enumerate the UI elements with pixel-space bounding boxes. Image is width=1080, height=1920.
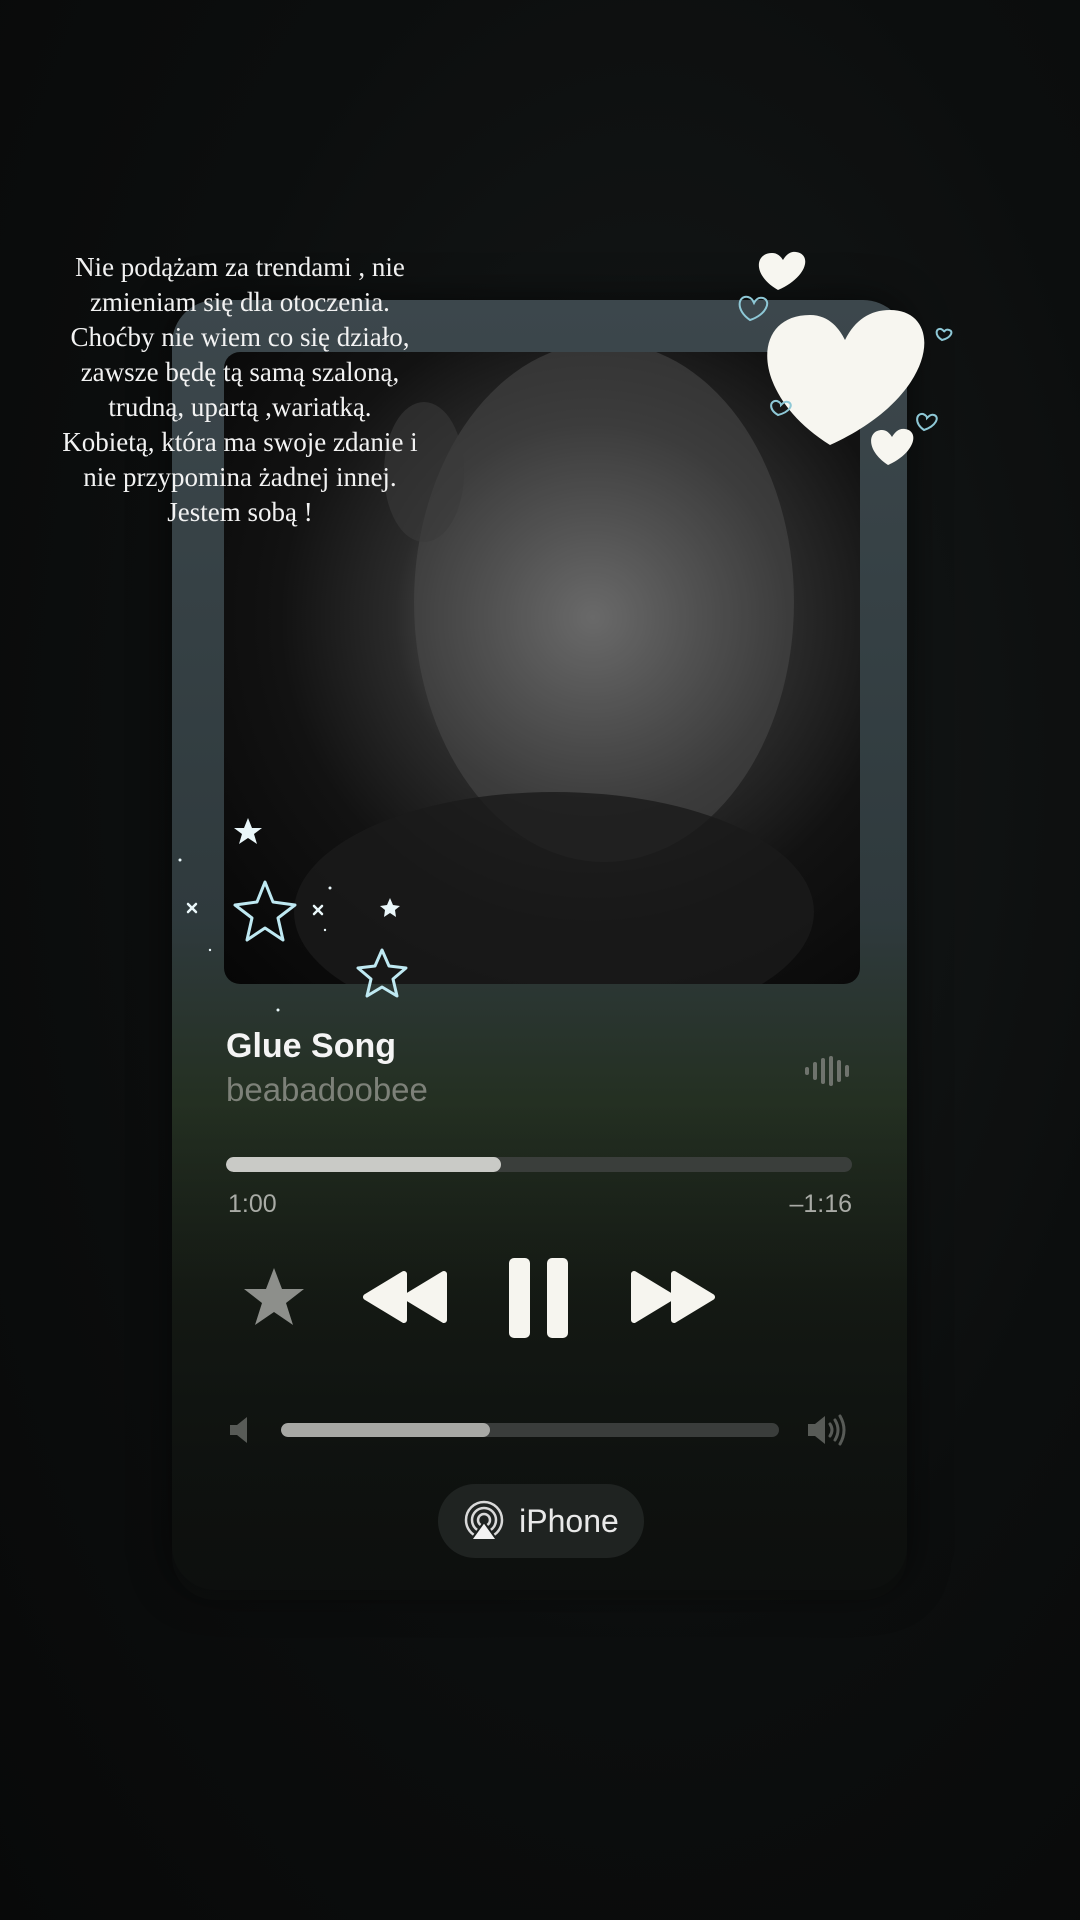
artist-name[interactable]: beabadoobee [226, 1071, 428, 1109]
playback-progress-fill [226, 1157, 502, 1172]
caption-text: Nie podążam za trendami , nie zmieniam s… [62, 252, 418, 527]
airplay-output-button[interactable]: iPhone [438, 1484, 644, 1558]
stars-sticker [170, 800, 430, 1035]
next-track-button[interactable] [630, 1270, 716, 1329]
hearts-sticker [730, 245, 960, 480]
speaker-high-icon [806, 1413, 850, 1452]
rewind-icon [363, 1271, 447, 1323]
pause-icon [509, 1258, 568, 1338]
fast-forward-icon [631, 1271, 715, 1323]
playback-scrubber[interactable] [226, 1157, 852, 1172]
volume-slider[interactable] [281, 1423, 779, 1437]
pause-button[interactable] [509, 1258, 569, 1343]
volume-level-fill [281, 1423, 491, 1437]
star-icon [244, 1268, 304, 1325]
elapsed-time: 1:00 [228, 1190, 277, 1218]
remaining-time: –1:16 [789, 1190, 852, 1218]
previous-track-button[interactable] [362, 1270, 448, 1329]
waveform-icon [805, 1056, 853, 1091]
favorite-button[interactable] [242, 1266, 306, 1333]
speaker-low-icon [228, 1415, 254, 1450]
output-device-label: iPhone [519, 1502, 619, 1539]
airplay-icon [464, 1500, 504, 1541]
